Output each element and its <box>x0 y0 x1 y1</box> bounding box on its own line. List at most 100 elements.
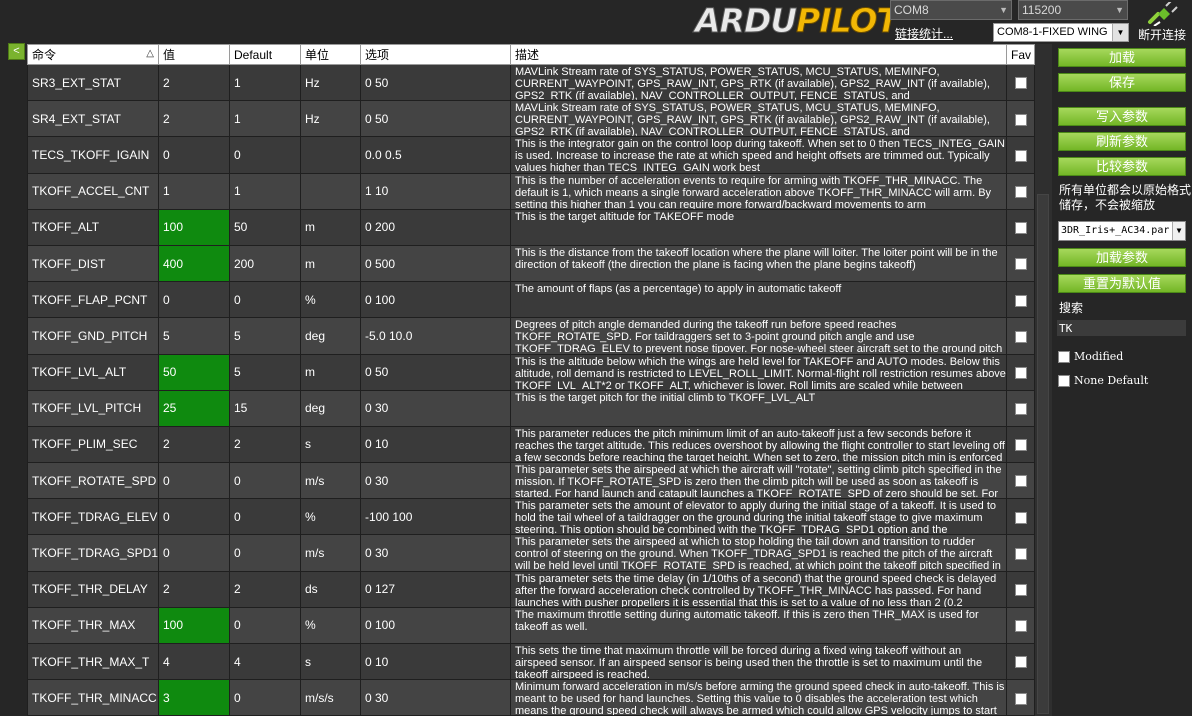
fav-checkbox[interactable] <box>1014 258 1027 271</box>
fav-checkbox[interactable] <box>1014 584 1027 597</box>
fav-checkbox[interactable] <box>1014 403 1027 416</box>
fav-checkbox[interactable] <box>1014 439 1027 452</box>
fav-checkbox[interactable] <box>1014 222 1027 235</box>
fav-checkbox[interactable] <box>1014 294 1027 307</box>
fav-checkbox[interactable] <box>1014 185 1027 198</box>
fav-checkbox[interactable] <box>1014 113 1027 126</box>
fav-checkbox[interactable] <box>1014 330 1027 343</box>
param-options-cell: 0 30 <box>360 534 511 572</box>
table-row[interactable]: TKOFF_THR_MAX 100 0% 0 100 The maximum throt… <box>27 606 1035 645</box>
param-description-text: This sets the time that maximum throttle… <box>515 645 983 679</box>
param-description-cell: This parameter sets the airspeed at whic… <box>510 534 1007 572</box>
table-row[interactable]: TECS_TKOFF_IGAIN 0 0 0.0 0.5 This is the int… <box>27 136 1035 174</box>
param-description-cell: MAVLink Stream rate of SYS_STATUS, POWER… <box>510 63 1007 102</box>
table-row[interactable]: TKOFF_LVL_ALT 50 5 m 0 50 This is the altitud… <box>27 353 1035 391</box>
link-stats-link[interactable]: 链接统计... <box>895 25 953 42</box>
fav-checkbox[interactable] <box>1014 656 1027 669</box>
table-row[interactable]: TKOFF_THR_DELAY 2 2 ds 0 127 This parameter s… <box>27 570 1035 608</box>
save-button[interactable]: 保存 <box>1058 73 1186 92</box>
column-header-units[interactable]: 单位 <box>300 44 361 65</box>
fav-checkbox[interactable] <box>1014 547 1027 560</box>
param-value-cell[interactable]: 5 <box>158 317 230 355</box>
sort-ascending-icon: △ <box>146 48 154 59</box>
column-header-options[interactable]: 选项 <box>360 44 511 65</box>
table-row[interactable]: TKOFF_THR_MINACC 3 0 m/s/s 0 30 Minimum forwa… <box>27 679 1035 716</box>
table-row[interactable]: TKOFF_ACCEL_CNT 1 1 1 10 This is the number … <box>27 172 1035 210</box>
fav-cell <box>1006 100 1035 138</box>
param-description-text: This parameter sets the airspeed at whic… <box>515 464 1002 499</box>
load-button[interactable]: 加载 <box>1058 48 1186 67</box>
param-value-cell[interactable]: 25 <box>158 389 230 427</box>
column-header-command[interactable]: 命令 △ <box>27 44 159 65</box>
table-scrollbar[interactable] <box>1035 44 1052 716</box>
fav-checkbox[interactable] <box>1014 620 1027 633</box>
table-row[interactable]: TKOFF_THR_MAX_T 4 4 s 0 10 This sets the time… <box>27 642 1035 681</box>
param-options-cell: 0 127 <box>360 570 511 608</box>
param-default-cell: 0 <box>229 498 301 536</box>
param-units-cell: m/s/s <box>300 679 361 716</box>
param-description-cell: MAVLink Stream rate of SYS_STATUS, POWER… <box>510 100 1007 138</box>
param-value-cell[interactable]: 2 <box>158 63 230 102</box>
param-value-cell[interactable]: 0 <box>158 534 230 572</box>
table-row[interactable]: TKOFF_ALT 100 50 m 0 200 This is the target a… <box>27 208 1035 246</box>
table-row[interactable]: TKOFF_LVL_PITCH 25 15 deg 0 30 This is the ta… <box>27 389 1035 427</box>
param-name-cell: TKOFF_THR_DELAY <box>27 570 159 608</box>
param-value-cell[interactable]: 2 <box>158 570 230 608</box>
column-header-default[interactable]: Default <box>229 44 301 65</box>
table-row[interactable]: TKOFF_DIST 400 200 m 0 500 This is the distan… <box>27 244 1035 283</box>
refresh-params-button[interactable]: 刷新参数 <box>1058 132 1186 151</box>
fav-checkbox[interactable] <box>1014 149 1027 162</box>
vehicle-select[interactable]: COM8-1-FIXED WING ▼ <box>993 23 1129 42</box>
param-value-cell[interactable]: 0 <box>158 136 230 174</box>
disconnect-button[interactable]: 断开连接 <box>1134 2 1190 42</box>
column-header-description[interactable]: 描述 <box>510 44 1007 65</box>
table-row[interactable]: TKOFF_TDRAG_SPD1 0 0 m/s 0 30 This parameter … <box>27 534 1035 572</box>
param-value-cell[interactable]: 50 <box>158 353 230 391</box>
table-row[interactable]: SR4_EXT_STAT 2 1 Hz 0 50 MAVLink Stream rate … <box>27 100 1035 138</box>
column-header-value[interactable]: 值 <box>158 44 230 65</box>
load-preset-button[interactable]: 加载参数 <box>1058 248 1186 267</box>
table-row[interactable]: TKOFF_GND_PITCH 5 5 deg -5.0 10.0 Degrees of … <box>27 317 1035 355</box>
table-row[interactable]: TKOFF_FLAP_PCNT 0 0% 0 100 The amount of fla… <box>27 281 1035 319</box>
fav-checkbox[interactable] <box>1014 475 1027 488</box>
table-row[interactable]: TKOFF_ROTATE_SPD 0 0 m/s 0 30 This parameter … <box>27 462 1035 500</box>
scrollbar-thumb[interactable] <box>1037 194 1049 714</box>
fav-checkbox[interactable] <box>1014 511 1027 524</box>
param-value-cell[interactable]: 2 <box>158 425 230 464</box>
fav-checkbox[interactable] <box>1014 692 1027 705</box>
table-row[interactable]: TKOFF_TDRAG_ELEV 0 0% -100 100 This paramete… <box>27 498 1035 536</box>
fav-checkbox[interactable] <box>1014 366 1027 379</box>
param-name-cell: TKOFF_TDRAG_SPD1 <box>27 534 159 572</box>
com-port-select[interactable]: COM8 ▼ <box>890 0 1012 20</box>
checkbox-box[interactable] <box>1058 350 1070 363</box>
param-description-cell: This parameter sets the amount of elevat… <box>510 498 1007 536</box>
param-description-cell: This is the target altitude for TAKEOFF … <box>510 208 1007 246</box>
param-description-text: Minimum forward acceleration in m/s/s be… <box>515 681 1005 716</box>
param-units-cell: Hz <box>300 63 361 102</box>
write-params-button[interactable]: 写入参数 <box>1058 107 1186 126</box>
param-value-cell[interactable]: 3 <box>158 679 230 716</box>
checkbox-box[interactable] <box>1058 374 1070 387</box>
param-file-select[interactable]: 3DR_Iris+_AC34.par ▼ <box>1058 221 1186 241</box>
param-value-cell[interactable]: 0 <box>158 498 230 536</box>
collapse-panel-button[interactable]: < <box>8 43 25 60</box>
fav-checkbox[interactable] <box>1014 77 1027 90</box>
param-value-cell[interactable]: 100 <box>158 606 230 645</box>
param-value-cell[interactable]: 0 <box>158 281 230 319</box>
table-row[interactable]: TKOFF_PLIM_SEC 2 2 s 0 10 This parameter redu… <box>27 425 1035 464</box>
table-row[interactable]: SR3_EXT_STAT 2 1 Hz 0 50 MAVLink Stream rate … <box>27 63 1035 102</box>
param-value-cell[interactable]: 400 <box>158 244 230 283</box>
param-value-cell[interactable]: 1 <box>158 172 230 210</box>
compare-params-button[interactable]: 比较参数 <box>1058 157 1186 176</box>
column-header-fav[interactable]: Fav <box>1006 44 1035 65</box>
reset-default-button[interactable]: 重置为默认值 <box>1058 274 1186 293</box>
param-value-cell[interactable]: 0 <box>158 462 230 500</box>
param-value-cell[interactable]: 2 <box>158 100 230 138</box>
baud-rate-select[interactable]: 115200 ▼ <box>1018 0 1128 20</box>
param-value-cell[interactable]: 4 <box>158 642 230 681</box>
search-input[interactable] <box>1057 320 1186 336</box>
none-default-filter-checkbox[interactable]: None Default <box>1058 374 1148 387</box>
modified-filter-checkbox[interactable]: Modified <box>1058 350 1123 363</box>
param-value-cell[interactable]: 100 <box>158 208 230 246</box>
param-name-cell: TKOFF_DIST <box>27 244 159 283</box>
